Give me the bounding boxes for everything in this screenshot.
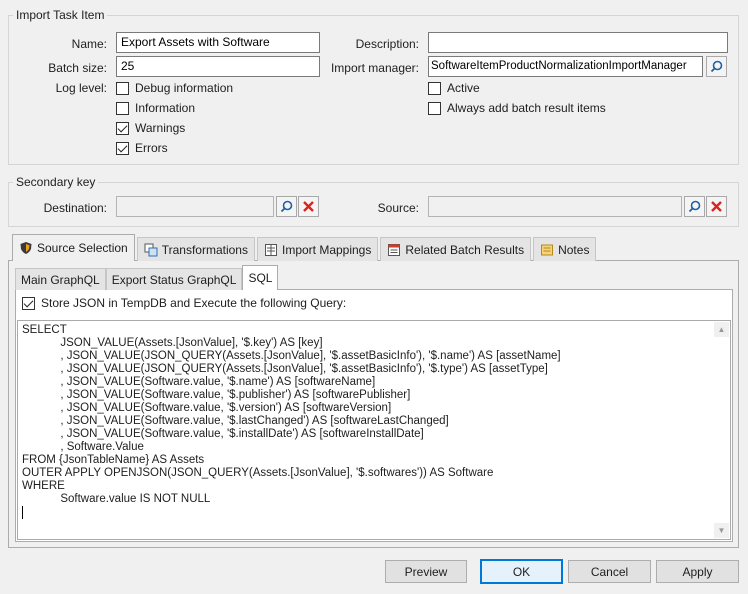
destination-clear-button[interactable]	[298, 196, 319, 217]
sql-line: , JSON_VALUE(Software.value, '$.installD…	[22, 428, 424, 440]
sql-line: FROM {JsonTableName} AS Assets	[22, 454, 205, 466]
sql-line: , JSON_VALUE(JSON_QUERY(Assets.[JsonValu…	[22, 363, 548, 375]
vertical-scrollbar[interactable]: ▲ ▼	[714, 322, 729, 538]
sql-line: OUTER APPLY OPENJSON(JSON_QUERY(Assets.[…	[22, 467, 494, 479]
tab-import-mappings[interactable]: Import Mappings	[256, 237, 379, 261]
checkbox-label: Store JSON in TempDB and Execute the fol…	[41, 296, 347, 310]
checkbox-box[interactable]	[428, 81, 441, 95]
checkbox-box[interactable]	[22, 296, 35, 310]
checkbox-box[interactable]	[428, 101, 441, 115]
import-task-group-title: Import Task Item	[13, 8, 108, 22]
sql-line: , Software.Value	[22, 441, 144, 453]
batch-results-icon	[387, 243, 401, 257]
import-manager-search-button[interactable]	[706, 56, 727, 77]
checkbox-label: Active	[447, 81, 480, 95]
tab-label: Related Batch Results	[405, 242, 525, 257]
subtab-export-status-graphql[interactable]: Export Status GraphQL	[105, 268, 243, 290]
delete-icon	[711, 201, 722, 212]
log-information-checkbox[interactable]: Information	[116, 101, 195, 115]
subtab-sql[interactable]: SQL	[242, 265, 279, 290]
tab-label: Import Mappings	[281, 242, 372, 257]
log-debug-checkbox[interactable]: Debug information	[116, 81, 233, 95]
sql-lines: SELECT JSON_VALUE(Assets.[JsonValue], '$…	[22, 324, 726, 519]
search-icon	[688, 200, 701, 213]
sql-line: , JSON_VALUE(Software.value, '$.publishe…	[22, 389, 411, 401]
tab-related-batch-results[interactable]: Related Batch Results	[380, 237, 532, 261]
sql-line: Software.value IS NOT NULL	[22, 493, 211, 505]
shield-icon	[19, 241, 33, 255]
tab-notes[interactable]: Notes	[533, 237, 597, 261]
checkbox-label: Errors	[135, 141, 168, 155]
main-tabstrip: Source Selection Transformations Import …	[12, 234, 598, 261]
destination-label: Destination:	[43, 201, 107, 215]
checkbox-label: Debug information	[135, 81, 234, 95]
tab-source-selection[interactable]: Source Selection	[12, 234, 135, 261]
source-field[interactable]	[428, 196, 682, 217]
transform-icon	[144, 243, 158, 257]
checkbox-box[interactable]	[116, 121, 129, 135]
sql-line: , JSON_VALUE(Software.value, '$.version'…	[22, 402, 392, 414]
batch-size-label: Batch size:	[48, 61, 107, 75]
scroll-up-icon[interactable]: ▲	[714, 322, 729, 337]
checkbox-label: Warnings	[135, 121, 186, 135]
scroll-down-icon[interactable]: ▼	[714, 523, 729, 538]
sql-line: WHERE	[22, 480, 65, 492]
sql-line	[22, 506, 726, 519]
sql-line: SELECT	[22, 324, 67, 336]
source-clear-button[interactable]	[706, 196, 727, 217]
log-level-label: Log level:	[55, 81, 107, 95]
import-manager-field[interactable]: SoftwareItemProductNormalizationImportMa…	[428, 56, 703, 77]
name-field[interactable]: Export Assets with Software	[116, 32, 320, 53]
tab-label: Source Selection	[37, 241, 128, 255]
sql-line: , JSON_VALUE(Software.value, '$.name') A…	[22, 376, 376, 388]
checkbox-box[interactable]	[116, 101, 129, 115]
batch-size-field[interactable]: 25	[116, 56, 320, 77]
log-warnings-checkbox[interactable]: Warnings	[116, 121, 185, 135]
destination-field[interactable]	[116, 196, 274, 217]
description-field[interactable]	[428, 32, 728, 53]
subtab-main-graphql[interactable]: Main GraphQL	[15, 268, 106, 290]
checkbox-box[interactable]	[116, 141, 129, 155]
search-icon	[280, 200, 293, 213]
sql-editor[interactable]: SELECT JSON_VALUE(Assets.[JsonValue], '$…	[17, 320, 731, 540]
tab-label: Notes	[558, 242, 590, 257]
source-search-button[interactable]	[684, 196, 705, 217]
source-label: Source:	[377, 201, 419, 215]
tab-label: Transformations	[161, 242, 248, 257]
import-manager-label: Import manager:	[330, 61, 419, 75]
search-icon	[710, 60, 723, 73]
description-label: Description:	[355, 37, 419, 51]
destination-search-button[interactable]	[276, 196, 297, 217]
notes-icon	[540, 243, 554, 257]
mapping-icon	[264, 243, 278, 257]
sub-tabstrip: Main GraphQL Export Status GraphQL SQL	[15, 265, 279, 290]
text-caret	[22, 506, 23, 519]
always-add-checkbox[interactable]: Always add batch result items	[428, 101, 606, 115]
secondary-key-group-title: Secondary key	[13, 175, 99, 189]
tab-transformations[interactable]: Transformations	[136, 237, 255, 261]
sql-line: , JSON_VALUE(JSON_QUERY(Assets.[JsonValu…	[22, 350, 561, 362]
cancel-button[interactable]: Cancel	[568, 560, 651, 583]
checkbox-box[interactable]	[116, 81, 129, 95]
active-checkbox[interactable]: Active	[428, 81, 480, 95]
sql-line: , JSON_VALUE(Software.value, '$.lastChan…	[22, 415, 449, 427]
apply-button[interactable]: Apply	[656, 560, 739, 583]
ok-button[interactable]: OK	[480, 559, 563, 584]
log-errors-checkbox[interactable]: Errors	[116, 141, 168, 155]
checkbox-label: Information	[135, 101, 196, 115]
checkbox-label: Always add batch result items	[447, 101, 606, 115]
preview-button[interactable]: Preview	[385, 560, 467, 583]
name-label: Name:	[71, 37, 107, 51]
store-json-checkbox[interactable]: Store JSON in TempDB and Execute the fol…	[22, 296, 346, 310]
sql-line: JSON_VALUE(Assets.[JsonValue], '$.key') …	[22, 337, 323, 349]
delete-icon	[303, 201, 314, 212]
